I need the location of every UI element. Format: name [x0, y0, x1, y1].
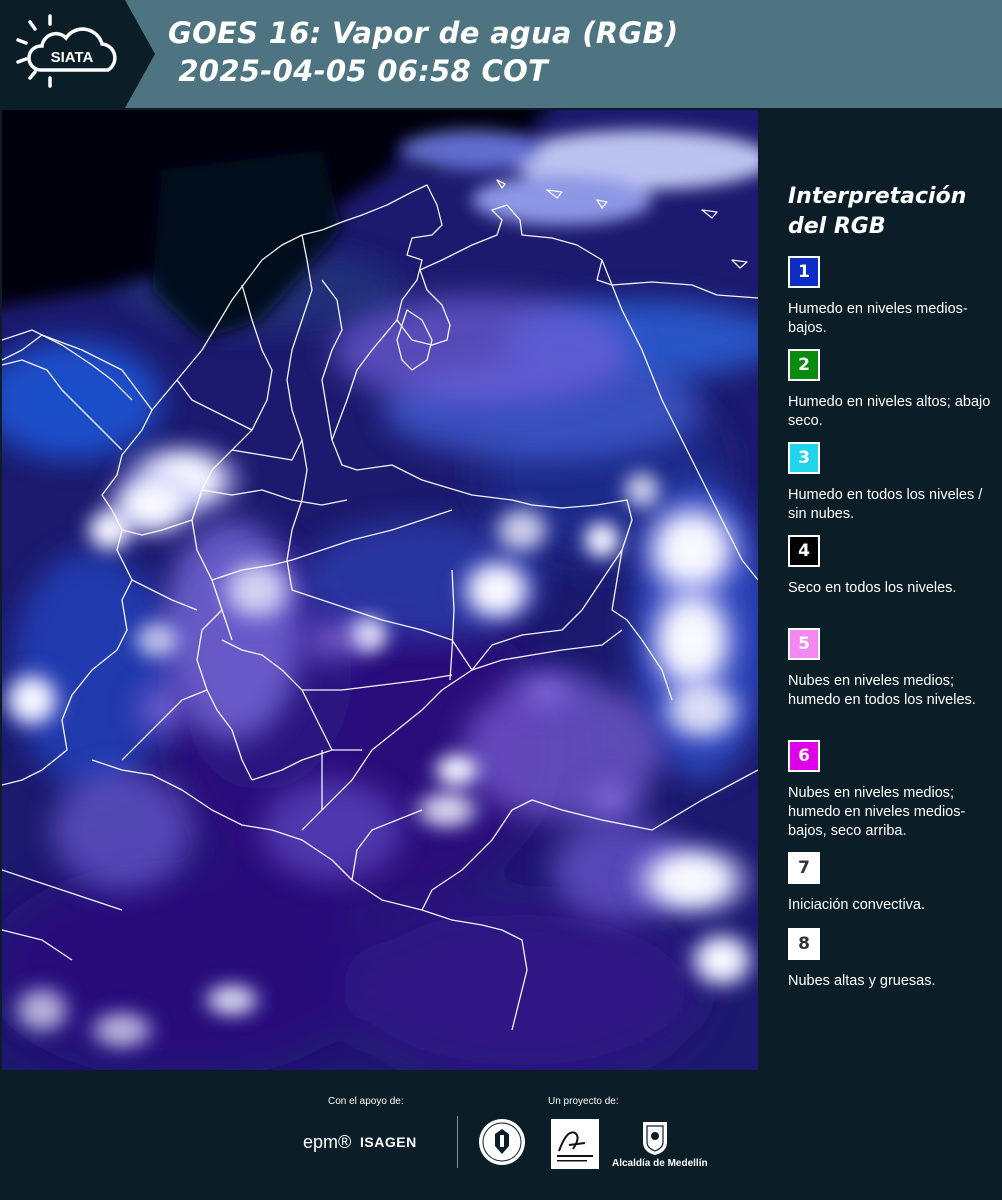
legend-swatch-6: 6	[788, 740, 820, 772]
legend-item-6: 6 Nubes en niveles medios; humedo en niv…	[788, 740, 1002, 841]
legend-label-1: Humedo en niveles medios-bajos.	[788, 301, 968, 336]
legend-item-8: 8 Nubes altas y gruesas.	[788, 928, 1002, 991]
timestamp: 2025-04-05 06:58 COT	[168, 54, 549, 88]
logo-panel: SIATA	[0, 0, 155, 108]
alcaldia-label: Alcaldía de Medellín	[612, 1158, 708, 1169]
legend-item-2: 2 Humedo en niveles altos; abajo seco.	[788, 349, 1002, 431]
alcaldia-shield-icon	[643, 1122, 667, 1155]
legend-title: Interpretación del RGB	[788, 184, 967, 239]
logo-text: SIATA	[51, 49, 94, 66]
legend-item-5: 5 Nubes en niveles medios; humedo en tod…	[788, 628, 1002, 710]
legend-label-3: Humedo en todos los niveles / sin nubes.	[788, 487, 983, 522]
header-bar: SIATA GOES 16: Vapor de agua (RGB) 2025-…	[0, 0, 1002, 108]
epm-logo: epm®	[303, 1132, 352, 1152]
area-metropolitana-logo	[551, 1119, 599, 1169]
legend-swatch-7: 7	[788, 852, 820, 884]
support-label: Con el apoyo de:	[328, 1096, 404, 1107]
legend-swatch-4: 4	[788, 535, 820, 567]
satellite-image	[2, 110, 758, 1070]
legend-swatch-1: 1	[788, 256, 820, 288]
legend-label-7: Iniciación convectiva.	[788, 897, 926, 913]
satellite-map	[2, 110, 758, 1070]
page-title: GOES 16: Vapor de agua (RGB)	[168, 16, 679, 50]
legend-item-3: 3 Humedo en todos los niveles / sin nube…	[788, 442, 1002, 524]
university-seal-icon	[479, 1119, 525, 1165]
siata-logo: SIATA	[16, 14, 117, 88]
footer-divider	[457, 1116, 458, 1168]
legend-swatch-5: 5	[788, 628, 820, 660]
legend-label-6: Nubes en niveles medios; humedo en nivel…	[788, 785, 966, 839]
legend-item-4: 4 Seco en todos los niveles.	[788, 535, 1002, 598]
legend-panel: Interpretación del RGB 1 Humedo en nivel…	[772, 110, 1002, 1070]
legend-swatch-8: 8	[788, 928, 820, 960]
legend-label-8: Nubes altas y gruesas.	[788, 973, 936, 989]
legend-item-7: 7 Iniciación convectiva.	[788, 852, 1002, 915]
isagen-logo: ISAGEN	[360, 1134, 417, 1150]
legend-label-2: Humedo en niveles altos; abajo seco.	[788, 394, 991, 429]
legend-item-1: 1 Humedo en niveles medios-bajos.	[788, 256, 1002, 338]
legend-swatch-2: 2	[788, 349, 820, 381]
project-label: Un proyecto de:	[548, 1096, 619, 1107]
footer: Con el apoyo de: Un proyecto de: epm® IS…	[0, 1070, 1002, 1200]
legend-label-5: Nubes en niveles medios; humedo en todos…	[788, 673, 976, 708]
legend-label-4: Seco en todos los niveles.	[788, 580, 957, 596]
legend-swatch-3: 3	[788, 442, 820, 474]
